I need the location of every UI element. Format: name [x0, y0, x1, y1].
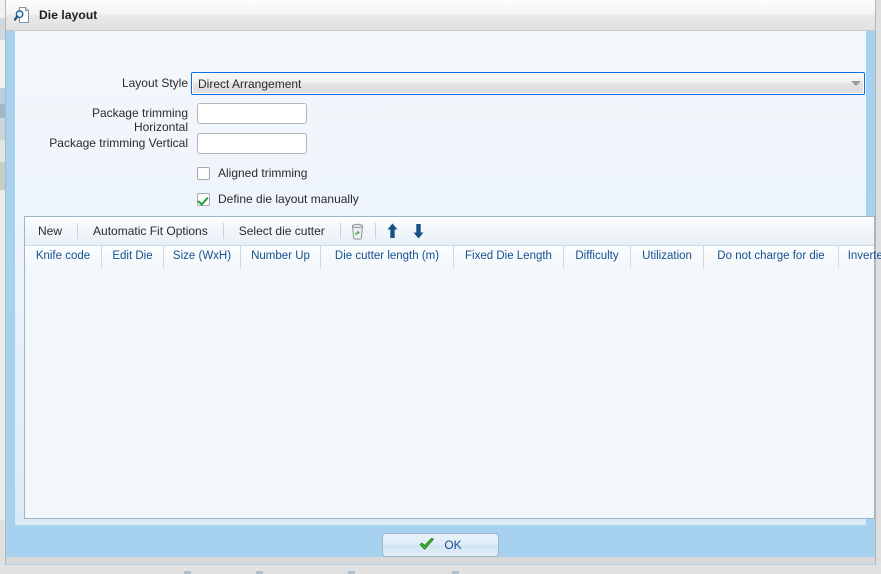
- label-line-1: Package trimming: [91, 106, 188, 120]
- select-die-cutter-button[interactable]: Select die cutter: [228, 219, 336, 243]
- column-header-difficulty[interactable]: Difficulty: [564, 246, 631, 268]
- package-trimming-horizontal-label: Package trimming Horizontal: [15, 106, 188, 134]
- aligned-trimming-label: Aligned trimming: [218, 166, 308, 180]
- column-header-size[interactable]: Size (WxH): [164, 246, 241, 268]
- dialog-title: Die layout: [39, 8, 98, 22]
- ok-button[interactable]: OK: [382, 533, 499, 557]
- layout-style-label-row: Layout Style: [15, 76, 188, 90]
- document-magnifier-icon: [13, 6, 32, 24]
- ok-button-label: OK: [444, 538, 462, 552]
- package-trimming-horizontal-input[interactable]: [197, 103, 307, 124]
- arrow-down-icon[interactable]: [406, 220, 432, 242]
- recycle-bin-icon[interactable]: [345, 220, 371, 242]
- toolbar-separator: [222, 223, 224, 239]
- aligned-trimming-checkbox[interactable]: [197, 166, 210, 180]
- die-grid-body[interactable]: [25, 268, 874, 518]
- die-grid-panel: New Automatic Fit Options Select die cut…: [24, 216, 881, 519]
- automatic-fit-options-button[interactable]: Automatic Fit Options: [82, 219, 219, 243]
- chevron-down-icon[interactable]: [847, 73, 864, 94]
- package-trimming-vertical-label-row: Package trimming Vertical: [15, 136, 188, 150]
- column-header-knife-code[interactable]: Knife code: [25, 246, 102, 268]
- toolbar-separator: [77, 223, 79, 239]
- package-trimming-horizontal-label-row: Package trimming Horizontal: [15, 106, 188, 134]
- package-trimming-vertical-input[interactable]: [197, 133, 307, 154]
- die-layout-dialog: Die layout Layout Style Direct Arrangeme…: [5, 0, 881, 565]
- package-trimming-vertical-label: Package trimming Vertical: [49, 136, 188, 150]
- column-header-number-up[interactable]: Number Up: [241, 246, 321, 268]
- arrow-up-icon[interactable]: [380, 220, 406, 242]
- layout-style-value: Direct Arrangement: [198, 76, 302, 91]
- new-button[interactable]: New: [27, 219, 73, 243]
- column-header-fixed-die-length[interactable]: Fixed Die Length: [454, 246, 564, 268]
- toolbar-separator: [374, 223, 376, 239]
- define-die-layout-manually-label: Define die layout manually: [218, 192, 359, 206]
- dialog-titlebar: Die layout: [6, 0, 875, 31]
- background-bottom-strip: [0, 564, 881, 574]
- define-die-layout-manually-checkbox[interactable]: [197, 192, 210, 206]
- label-line-2: Horizontal: [133, 120, 188, 134]
- aligned-trimming-checkbox-row[interactable]: Aligned trimming: [197, 166, 307, 180]
- define-die-layout-manually-checkbox-row[interactable]: Define die layout manually: [197, 192, 359, 206]
- green-check-icon: [419, 537, 435, 552]
- toolbar-separator: [339, 223, 341, 239]
- column-header-inverted[interactable]: Inverted: [839, 246, 881, 268]
- dialog-bottom-edge: [6, 557, 875, 564]
- column-header-die-cutter-length[interactable]: Die cutter length (m): [321, 246, 454, 268]
- column-header-utilization[interactable]: Utilization: [631, 246, 704, 268]
- dialog-body: Layout Style Direct Arrangement Package …: [6, 31, 881, 525]
- column-header-do-not-charge-for-die[interactable]: Do not charge for die: [704, 246, 839, 268]
- layout-style-label: Layout Style: [121, 76, 188, 90]
- die-grid-header-row: Knife code Edit Die Size (WxH) Number Up…: [25, 246, 881, 269]
- column-header-edit-die[interactable]: Edit Die: [102, 246, 164, 268]
- layout-style-combobox[interactable]: Direct Arrangement: [191, 72, 865, 95]
- die-grid-toolbar: New Automatic Fit Options Select die cut…: [25, 217, 874, 246]
